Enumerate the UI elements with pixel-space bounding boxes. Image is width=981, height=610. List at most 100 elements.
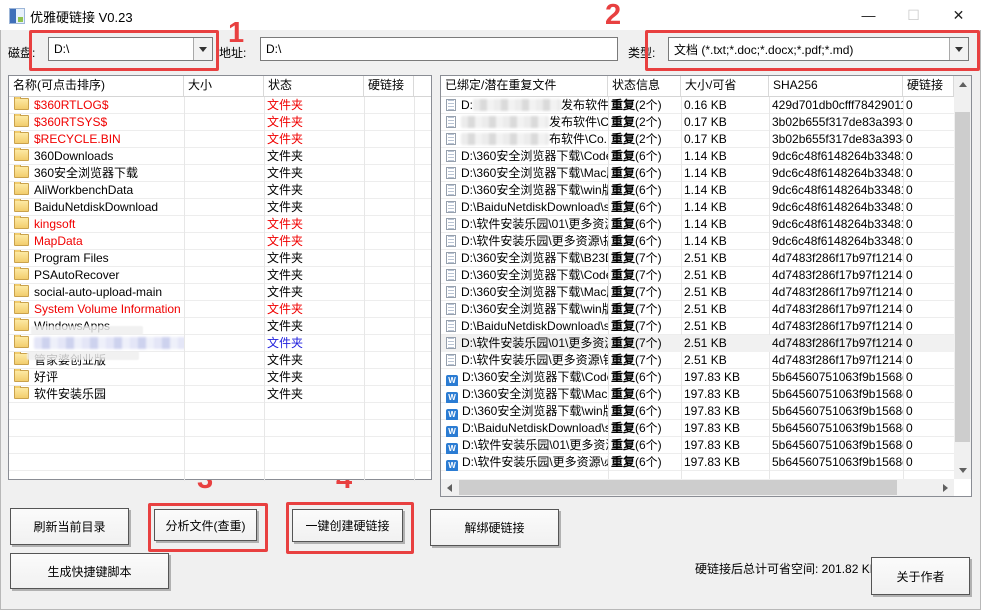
horizontal-scrollbar[interactable] bbox=[441, 479, 954, 496]
left-table-row[interactable]: kingsoft文件夹 bbox=[9, 216, 431, 233]
left-column-header-0[interactable]: 名称(可点击排序) bbox=[9, 76, 184, 96]
about-author-button[interactable]: 关于作者 bbox=[871, 557, 970, 595]
size-cell: 1.14 KB bbox=[681, 216, 769, 233]
left-table-row[interactable]: System Volume Information文件夹 bbox=[9, 301, 431, 318]
right-table-row[interactable]: WD:\360安全浏览器下载\win版 Oniri...重复(6个)197.83… bbox=[441, 403, 954, 420]
right-table-row[interactable]: D:\软件安装乐园\01\更多资源\银...重复(7个)2.51 KB4d748… bbox=[441, 335, 954, 352]
right-column-header-2[interactable]: 大小/可省 bbox=[681, 76, 769, 96]
left-column-header-1[interactable]: 大小 bbox=[184, 76, 264, 96]
status-info-cell: 重复(6个) bbox=[608, 165, 681, 182]
left-table-rows: $360RTLOG$文件夹$360RTSYS$文件夹$RECYCLE.BIN文件… bbox=[9, 97, 431, 481]
left-table-row[interactable]: BaiduNetdiskDownload文件夹 bbox=[9, 199, 431, 216]
text-file-icon bbox=[446, 116, 456, 128]
right-table-row[interactable]: D:\360安全浏览器下载\B23Downl...重复(7个)2.51 KB4d… bbox=[441, 250, 954, 267]
hardlink-count-cell: 0 bbox=[903, 369, 954, 386]
sha256-cell: 4d7483f286f17b97f121433ac... bbox=[769, 335, 903, 352]
scroll-up-icon[interactable] bbox=[954, 76, 971, 93]
size-cell bbox=[184, 301, 264, 318]
right-table-row[interactable]: WD:\软件安装乐园\01\更多资源\必...重复(6个)197.83 KB5b… bbox=[441, 437, 954, 454]
chevron-down-icon[interactable] bbox=[949, 38, 968, 60]
right-table-row[interactable]: D:\BaiduNetdiskDownload\solo...重复(6个)1.1… bbox=[441, 199, 954, 216]
right-table-row[interactable]: D:\360安全浏览器下载\Mac版 Oni...重复(6个)1.14 KB9d… bbox=[441, 165, 954, 182]
unbind-hardlink-button[interactable]: 解绑硬链接 bbox=[430, 509, 559, 546]
close-button[interactable]: ✕ bbox=[936, 0, 981, 30]
right-table-row[interactable]: WD:\BaiduNetdiskDownload\solo...重复(6个)19… bbox=[441, 420, 954, 437]
chevron-down-icon[interactable] bbox=[193, 38, 212, 60]
file-path: D:\软件安装乐园\01\更多资源\银... bbox=[461, 336, 608, 350]
status-cell: 文件夹 bbox=[264, 233, 364, 250]
size-cell bbox=[184, 267, 264, 284]
sha256-cell: 4d7483f286f17b97f121433ac... bbox=[769, 301, 903, 318]
size-cell: 2.51 KB bbox=[681, 352, 769, 369]
disk-select[interactable]: D:\ bbox=[48, 37, 213, 61]
status-info-cell: 重复(7个) bbox=[608, 284, 681, 301]
right-table-row[interactable]: D:\软件安装乐园\更多资源\搞不定...重复(6个)1.14 KB9dc6c4… bbox=[441, 233, 954, 250]
right-table-rows: D:发布软件\Co...重复(2个)0.16 KB429d701db0cfff7… bbox=[441, 97, 954, 482]
hardlink-count-cell: 0 bbox=[903, 148, 954, 165]
left-table-row[interactable]: 软件安装乐园文件夹 bbox=[9, 386, 431, 403]
left-table-row[interactable]: $360RTSYS$文件夹 bbox=[9, 114, 431, 131]
right-table-row[interactable]: D:\BaiduNetdiskDownload\solo...重复(7个)2.5… bbox=[441, 318, 954, 335]
left-column-header-3[interactable]: 硬链接 bbox=[364, 76, 414, 96]
left-table-row[interactable]: 管家婆创业版文件夹 bbox=[9, 352, 431, 369]
vertical-scrollbar[interactable] bbox=[954, 76, 971, 479]
address-input[interactable] bbox=[260, 37, 618, 61]
scroll-right-icon[interactable] bbox=[937, 479, 954, 496]
right-column-header-3[interactable]: SHA256 bbox=[769, 76, 903, 96]
left-table-row[interactable]: WindowsApps文件夹 bbox=[9, 318, 431, 335]
right-table-row[interactable]: D:\软件安装乐园\更多资源\银河录...重复(7个)2.51 KB4d7483… bbox=[441, 352, 954, 369]
left-table-row[interactable]: $360RTLOG$文件夹 bbox=[9, 97, 431, 114]
right-table-row[interactable]: D:\360安全浏览器下载\win版 Oniri...重复(6个)1.14 KB… bbox=[441, 182, 954, 199]
create-hardlink-button[interactable]: 一键创建硬链接 bbox=[292, 509, 403, 542]
maximize-button[interactable]: ☐ bbox=[891, 0, 936, 30]
file-path: D:\BaiduNetdiskDownload\solo... bbox=[461, 200, 608, 214]
left-table-row[interactable]: AliWorkbenchData文件夹 bbox=[9, 182, 431, 199]
generate-script-button[interactable]: 生成快捷键脚本 bbox=[10, 553, 169, 589]
analyze-files-button[interactable]: 分析文件(查重) bbox=[154, 509, 257, 541]
text-file-icon bbox=[446, 286, 456, 298]
hardlink-cell bbox=[364, 114, 414, 131]
left-table-row[interactable]: 360Downloads文件夹 bbox=[9, 148, 431, 165]
right-table-row[interactable]: D:\360安全浏览器下载\Code 128 ...重复(7个)2.51 KB4… bbox=[441, 267, 954, 284]
left-table-row[interactable]: 360安全浏览器下载文件夹 bbox=[9, 165, 431, 182]
left-table-row[interactable]: $RECYCLE.BIN文件夹 bbox=[9, 131, 431, 148]
right-column-header-0[interactable]: 已绑定/潜在重复文件 bbox=[441, 76, 608, 96]
right-column-header-4[interactable]: 硬链接 bbox=[903, 76, 954, 96]
refresh-directory-button[interactable]: 刷新当前目录 bbox=[10, 508, 129, 545]
folder-icon bbox=[14, 319, 29, 331]
left-table-row[interactable]: 文件夹 bbox=[9, 335, 431, 352]
folder-icon bbox=[14, 302, 29, 314]
right-column-header-1[interactable]: 状态信息 bbox=[608, 76, 681, 96]
folder-icon bbox=[14, 132, 29, 144]
right-table-row[interactable]: 布软件\Co...重复(2个)0.17 KB3b02b655f317de83a3… bbox=[441, 131, 954, 148]
left-table-row[interactable]: social-auto-upload-main文件夹 bbox=[9, 284, 431, 301]
left-table-row[interactable]: Program Files文件夹 bbox=[9, 250, 431, 267]
minimize-button[interactable]: — bbox=[846, 0, 891, 30]
right-table-row[interactable]: 发布软件\Co...重复(2个)0.17 KB3b02b655f317de83a… bbox=[441, 114, 954, 131]
left-table-row[interactable]: MapData文件夹 bbox=[9, 233, 431, 250]
horizontal-scrollbar-thumb[interactable] bbox=[459, 480, 897, 495]
hardlink-count-cell: 0 bbox=[903, 403, 954, 420]
folder-icon bbox=[14, 183, 29, 195]
right-table-row[interactable]: D:\360安全浏览器下载\Code 128 ...重复(6个)1.14 KB9… bbox=[441, 148, 954, 165]
vertical-scrollbar-thumb[interactable] bbox=[955, 112, 970, 442]
text-file-icon bbox=[446, 218, 456, 230]
type-select[interactable]: 文档 (*.txt;*.doc;*.docx;*.pdf;*.md) bbox=[668, 37, 969, 61]
right-table-row[interactable]: WD:\360安全浏览器下载\Code 128 ...重复(6个)197.83 … bbox=[441, 369, 954, 386]
right-table-row[interactable]: WD:\软件安装乐园\更多资源\必读.d...重复(6个)197.83 KB5b… bbox=[441, 454, 954, 471]
right-table-row[interactable]: D:发布软件\Co...重复(2个)0.16 KB429d701db0cfff7… bbox=[441, 97, 954, 114]
word-file-icon: W bbox=[446, 392, 458, 403]
left-table-row[interactable]: 好评文件夹 bbox=[9, 369, 431, 386]
right-table-row[interactable]: D:\360安全浏览器下载\Mac版 Oni...重复(7个)2.51 KB4d… bbox=[441, 284, 954, 301]
left-table-row[interactable]: PSAutoRecover文件夹 bbox=[9, 267, 431, 284]
right-table-row[interactable]: D:\软件安装乐园\01\更多资源\搞...重复(6个)1.14 KB9dc6c… bbox=[441, 216, 954, 233]
right-table-row[interactable]: D:\360安全浏览器下载\win版 Oniri...重复(7个)2.51 KB… bbox=[441, 301, 954, 318]
scroll-left-icon[interactable] bbox=[441, 479, 458, 496]
right-table-row[interactable]: WD:\360安全浏览器下载\Mac版 Oni...重复(6个)197.83 K… bbox=[441, 386, 954, 403]
size-cell bbox=[184, 284, 264, 301]
scroll-down-icon[interactable] bbox=[954, 462, 971, 479]
status-cell: 文件夹 bbox=[264, 318, 364, 335]
right-table-header: 已绑定/潜在重复文件状态信息大小/可省SHA256硬链接 bbox=[441, 76, 954, 97]
status-info-cell: 重复(2个) bbox=[608, 97, 681, 114]
left-column-header-2[interactable]: 状态 bbox=[264, 76, 364, 96]
